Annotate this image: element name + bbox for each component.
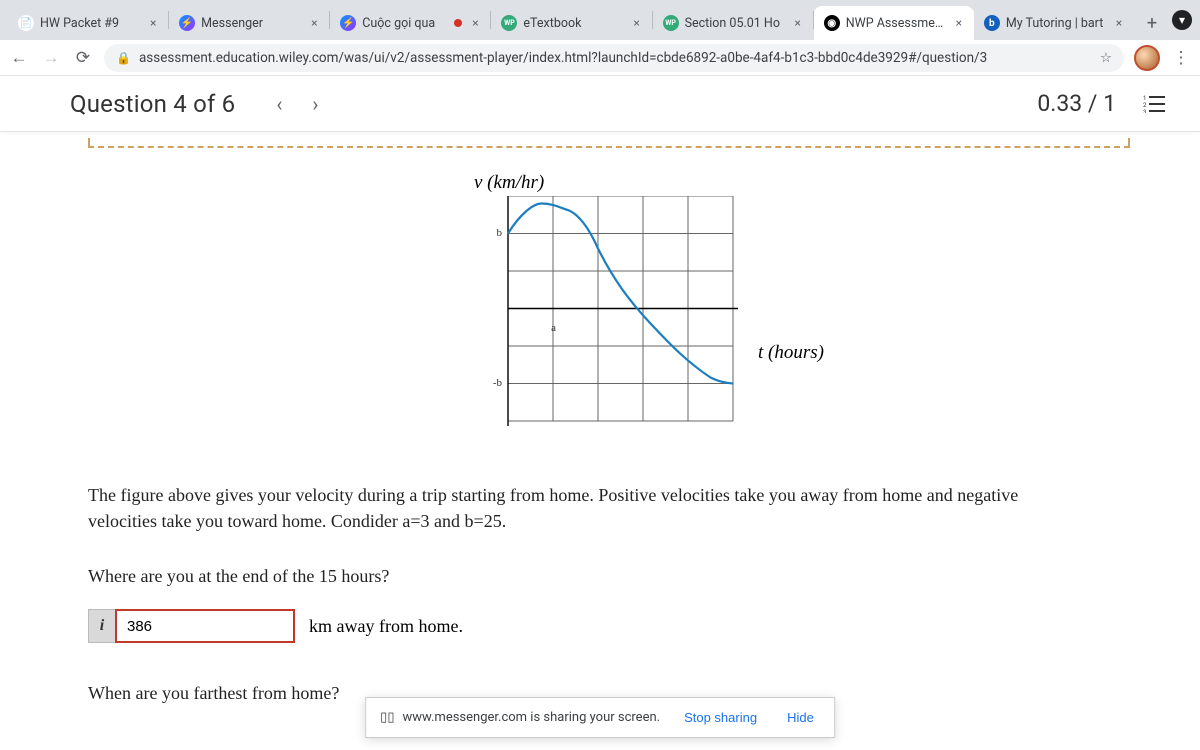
share-message: www.messenger.com is sharing your screen… (402, 710, 660, 725)
close-icon[interactable]: × (146, 16, 160, 30)
close-icon[interactable]: × (468, 16, 482, 30)
next-question-button[interactable]: › (299, 88, 331, 120)
favicon-messenger-icon: ⚡ (179, 15, 195, 31)
tab-section[interactable]: WP Section 05.01 Ho × (653, 6, 813, 40)
favicon-bartleby-icon: b (984, 15, 1000, 31)
tab-nwp-assessment[interactable]: ◉ NWP Assessment × (814, 6, 974, 40)
close-icon[interactable]: × (307, 16, 321, 30)
previous-part-divider (88, 138, 1130, 148)
tab-title: HW Packet #9 (40, 16, 140, 31)
stop-sharing-button[interactable]: Stop sharing (678, 706, 763, 729)
svg-text:1: 1 (1143, 95, 1146, 102)
y-tick-b: b (478, 227, 502, 239)
new-tab-button[interactable]: + (1138, 9, 1166, 37)
chart-x-axis-label: t (hours) (758, 342, 824, 364)
tab-title: My Tutoring | bart (1006, 16, 1106, 31)
question-list-button[interactable]: 1 2 3 (1136, 86, 1172, 122)
question-nav: ‹ › (263, 88, 331, 120)
favicon-messenger-icon: ⚡ (340, 15, 356, 31)
question-counter: Question 4 of 6 (70, 90, 235, 118)
tab-hw-packet[interactable]: 📄 HW Packet #9 × (8, 6, 168, 40)
profile-avatar[interactable] (1134, 45, 1160, 71)
svg-text:3: 3 (1143, 109, 1146, 113)
browser-chrome: 📄 HW Packet #9 × ⚡ Messenger × ⚡ Cuộc gọ… (0, 0, 1200, 76)
y-tick-a: a (532, 322, 556, 334)
tab-title: Messenger (201, 16, 301, 31)
favicon-wileyplus-icon: WP (501, 15, 517, 31)
close-icon[interactable]: × (791, 16, 805, 30)
tab-messenger[interactable]: ⚡ Messenger × (169, 6, 329, 40)
tab-title: eTextbook (523, 16, 623, 31)
tab-title: NWP Assessment (846, 16, 946, 31)
prev-question-button[interactable]: ‹ (263, 88, 295, 120)
info-button[interactable]: i (88, 609, 116, 643)
tab-title: Section 05.01 Ho (685, 16, 785, 31)
forward-button[interactable]: → (40, 47, 62, 69)
favicon-wileyplus-icon: WP (663, 15, 679, 31)
y-tick-neg-b: -b (478, 377, 502, 389)
reload-button[interactable]: ⟳ (72, 47, 94, 69)
recording-indicator-icon (454, 19, 462, 27)
close-icon[interactable]: × (1112, 16, 1126, 30)
problem-statement: The figure above gives your velocity dur… (88, 482, 1058, 534)
assessment-header: Question 4 of 6 ‹ › 0.33 / 1 1 2 3 (0, 76, 1200, 132)
svg-text:2: 2 (1143, 102, 1147, 109)
close-icon[interactable]: × (630, 16, 644, 30)
velocity-curve (508, 203, 733, 383)
browser-menu-button[interactable]: ⋮ (1170, 47, 1192, 69)
score-display: 0.33 / 1 (1037, 90, 1116, 117)
tab-etextbook[interactable]: WP eTextbook × (491, 6, 651, 40)
bookmark-star-icon[interactable]: ☆ (1100, 50, 1112, 66)
subquestion-1-prompt: Where are you at the end of the 15 hours… (88, 566, 1130, 587)
answer-unit-1: km away from home. (309, 616, 463, 637)
screen-share-bar: ▯▯ www.messenger.com is sharing your scr… (365, 697, 835, 738)
hide-share-bar-button[interactable]: Hide (781, 706, 820, 729)
tab-call[interactable]: ⚡ Cuộc gọi qua × (330, 6, 490, 40)
favicon-doc-icon: 📄 (18, 15, 34, 31)
extension-badge-icon[interactable]: ▾ (1172, 10, 1192, 30)
browser-toolbar: ← → ⟳ 🔒 assessment.education.wiley.com/w… (0, 40, 1200, 76)
tab-title: Cuộc gọi qua (362, 16, 448, 31)
url-text: assessment.education.wiley.com/was/ui/v2… (139, 50, 1092, 66)
favicon-wiley-icon: ◉ (824, 15, 840, 31)
close-icon[interactable]: × (952, 16, 966, 30)
chart-plot-area (478, 196, 738, 446)
lock-icon: 🔒 (116, 51, 131, 65)
back-button[interactable]: ← (8, 47, 30, 69)
tab-strip: 📄 HW Packet #9 × ⚡ Messenger × ⚡ Cuộc gọ… (0, 0, 1200, 40)
tab-bartleby[interactable]: b My Tutoring | bart × (974, 6, 1134, 40)
question-content: v (km/hr) t (hours) (0, 132, 1200, 704)
chart-y-axis-label: v (km/hr) (474, 172, 544, 194)
answer-input-1[interactable] (115, 609, 295, 643)
share-source-icon: ▯▯ (380, 710, 394, 725)
address-bar[interactable]: 🔒 assessment.education.wiley.com/was/ui/… (104, 44, 1124, 72)
answer-row-1: i km away from home. (88, 609, 1130, 643)
velocity-chart: v (km/hr) t (hours) (388, 172, 1130, 462)
